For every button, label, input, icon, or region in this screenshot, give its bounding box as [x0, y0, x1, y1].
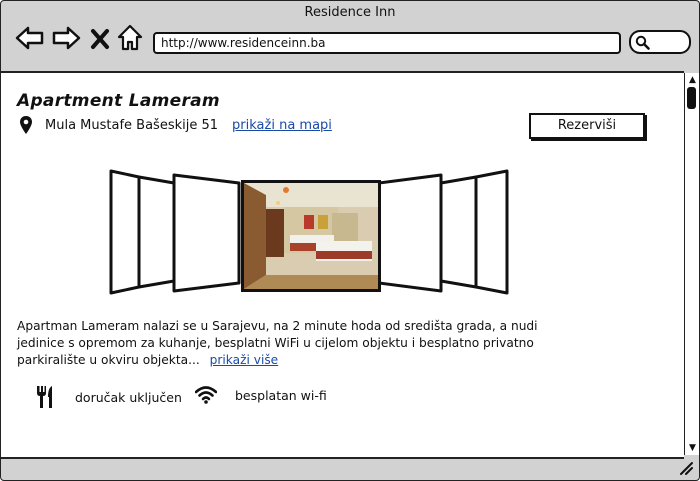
scroll-thumb[interactable] — [687, 87, 696, 109]
fork-knife-icon — [37, 386, 52, 408]
carousel-slide-left-2[interactable] — [137, 175, 176, 289]
search-icon — [635, 35, 650, 50]
address-row: Mula Mustafe Bašeskije 51 prikaži na map… — [19, 115, 332, 135]
amenity-label: besplatan wi-fi — [235, 387, 327, 403]
wifi-icon — [195, 386, 217, 404]
close-icon[interactable] — [89, 26, 111, 52]
apartment-photo[interactable] — [241, 180, 381, 292]
scroll-down-arrow-icon[interactable]: ▼ — [686, 443, 699, 453]
home-icon[interactable] — [117, 24, 143, 52]
amenity-breakfast: doručak uključen — [35, 385, 182, 409]
map-pin-icon — [20, 116, 32, 134]
reserve-button[interactable]: Rezerviši — [529, 113, 645, 139]
carousel-slide-right-3[interactable] — [474, 169, 509, 295]
show-on-map-link[interactable]: prikaži na mapi — [232, 118, 332, 133]
scroll-up-arrow-icon[interactable]: ▲ — [686, 75, 699, 85]
carousel-slide-right-2[interactable] — [439, 175, 478, 289]
vertical-scrollbar[interactable]: ▲ ▼ — [684, 73, 699, 455]
back-arrow-icon[interactable] — [15, 25, 45, 51]
description-paragraph: Apartman Lameram nalazi se u Sarajevu, n… — [17, 318, 547, 369]
forward-arrow-icon[interactable] — [51, 25, 81, 51]
resize-grip-icon[interactable] — [679, 461, 693, 475]
search-input[interactable] — [629, 30, 691, 54]
carousel-slide-left-1[interactable] — [172, 173, 241, 293]
address-bar[interactable]: http://www.residenceinn.ba — [153, 32, 621, 54]
amenity-wifi: besplatan wi-fi — [195, 385, 327, 405]
status-bar — [1, 457, 699, 480]
carousel-slide-left-3[interactable] — [109, 169, 141, 295]
browser-window: Residence Inn http://www.residenceinn.ba… — [0, 0, 700, 481]
page-content: Apartment Lameram Mula Mustafe Bašeskije… — [1, 71, 684, 459]
page-title: Apartment Lameram — [17, 91, 220, 111]
carousel-slide-right-1[interactable] — [377, 173, 443, 293]
window-title: Residence Inn — [304, 5, 396, 20]
amenity-label: doručak uključen — [75, 389, 182, 405]
browser-toolbar: http://www.residenceinn.ba — [1, 24, 699, 69]
show-more-link[interactable]: prikaži više — [210, 353, 279, 367]
address-text: Mula Mustafe Bašeskije 51 — [45, 117, 219, 133]
